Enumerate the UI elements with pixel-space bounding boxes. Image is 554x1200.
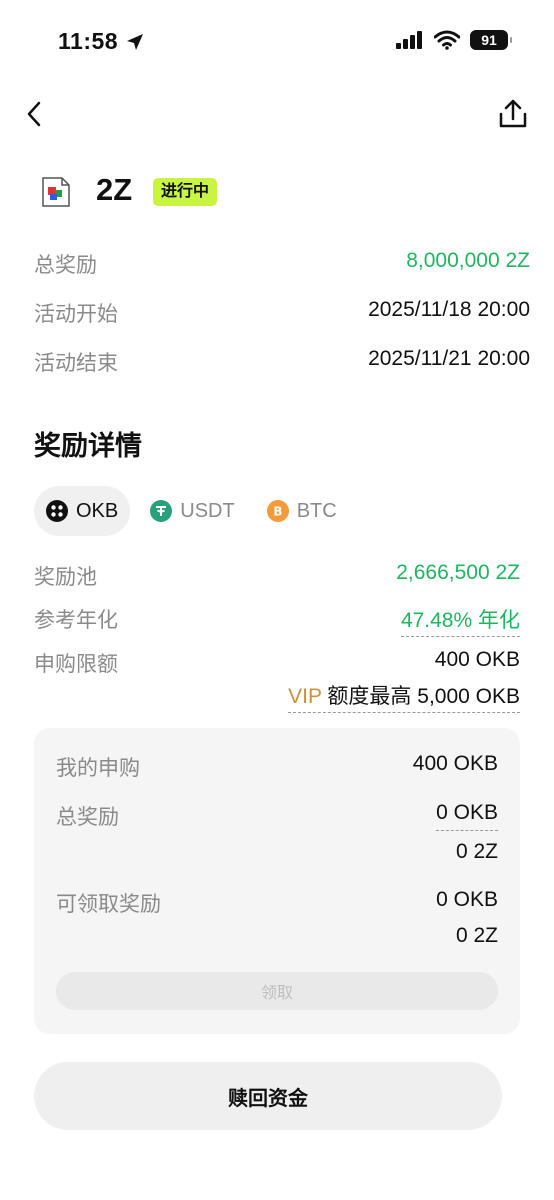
section-title: 奖励详情 (34, 431, 142, 461)
tab-usdt-label: USDT (180, 499, 235, 522)
tab-okb-label: OKB (76, 499, 119, 522)
claimable-2z: 0 2Z (455, 924, 498, 947)
usdt-icon (150, 500, 173, 522)
claimable-2z-row: 0 2Z (56, 924, 498, 948)
status-bar: 11:58 91 (0, 0, 554, 84)
limit-label: 申购限额 (34, 653, 118, 676)
end-time-row: 活动结束 2025/11/21 20:00 (34, 347, 530, 377)
redeem-button[interactable]: 赎回资金 (34, 1062, 502, 1130)
total-reward-label: 总奖励 (34, 254, 97, 277)
apr-value[interactable]: 47.48% 年化 (400, 604, 520, 637)
my-subscription-card: 我的申购 400 OKB 总奖励 0 OKB 0 2Z 可领取奖励 0 OKB … (34, 728, 520, 1034)
share-icon (499, 99, 527, 128)
tab-btc[interactable]: B BTC (255, 486, 349, 536)
start-time-row: 活动开始 2025/11/18 20:00 (34, 298, 530, 328)
vip-limit-row: VIP 额度最高 5,000 OKB (34, 680, 520, 713)
tab-btc-label: BTC (296, 499, 337, 522)
my-subscription-label: 我的申购 (56, 757, 140, 780)
share-button[interactable] (498, 98, 528, 130)
tab-usdt[interactable]: USDT (138, 486, 246, 536)
wifi-icon (434, 30, 460, 50)
token-name: 2Z (96, 172, 133, 207)
end-time-value: 2025/11/21 20:00 (368, 347, 530, 370)
vip-limit-note[interactable]: VIP 额度最高 5,000 OKB (288, 680, 520, 713)
apr-label: 参考年化 (34, 609, 118, 632)
reward-pool-row: 奖励池 2,666,500 2Z (34, 561, 520, 591)
btc-icon: B (266, 500, 289, 522)
end-time-label: 活动结束 (34, 352, 118, 375)
asset-tabs: OKB USDT B BTC (34, 486, 357, 536)
back-button[interactable] (22, 98, 50, 130)
total-reward-value: 8,000,000 2Z (406, 249, 530, 272)
my-subscription-value: 400 OKB (412, 752, 498, 775)
claimable-row: 可领取奖励 0 OKB (56, 888, 498, 918)
card-total-reward-label: 总奖励 (56, 806, 119, 829)
okb-icon (46, 500, 68, 522)
location-arrow-icon (127, 33, 144, 50)
limit-row: 申购限额 400 OKB (34, 648, 520, 678)
claimable-label: 可领取奖励 (56, 893, 161, 916)
status-time: 11:58 (58, 28, 144, 55)
limit-value: 400 OKB (434, 648, 520, 671)
broken-image-icon (40, 176, 72, 208)
battery-indicator: 91 (470, 30, 512, 50)
card-total-reward-row: 总奖励 0 OKB (56, 801, 498, 831)
reward-pool-label: 奖励池 (34, 566, 97, 589)
apr-row: 参考年化 47.48% 年化 (34, 604, 520, 637)
reward-pool-value: 2,666,500 2Z (396, 561, 520, 584)
start-time-label: 活动开始 (34, 303, 118, 326)
vip-label: VIP (288, 685, 322, 708)
claimable-okb: 0 OKB (436, 888, 498, 911)
tab-okb[interactable]: OKB (34, 486, 131, 536)
total-reward-row: 总奖励 8,000,000 2Z (34, 249, 530, 279)
vip-limit-text: 额度最高 5,000 OKB (321, 685, 520, 708)
svg-text:B: B (273, 505, 282, 519)
signal-icon (396, 31, 422, 49)
start-time-value: 2025/11/18 20:00 (368, 298, 530, 321)
claim-button[interactable]: 领取 (56, 972, 498, 1010)
chevron-left-icon (27, 101, 41, 127)
card-total-reward-okb[interactable]: 0 OKB (436, 801, 498, 831)
card-total-reward-2z: 0 2Z (455, 840, 498, 863)
status-badge: 进行中 (153, 178, 218, 206)
card-total-reward-2z-row: 0 2Z (56, 840, 498, 864)
my-subscription-row: 我的申购 400 OKB (56, 752, 498, 782)
status-icons: 91 (396, 30, 512, 50)
